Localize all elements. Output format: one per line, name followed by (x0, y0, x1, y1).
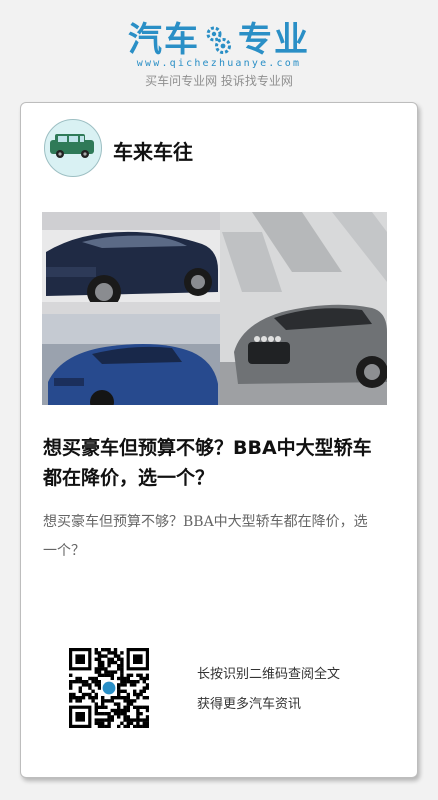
site-slogan: 买车问专业网 投诉找专业网 (145, 74, 293, 88)
qr-hint-text: 长按识别二维码查阅全文 (197, 667, 341, 682)
site-logo[interactable]: 汽车 专业 (0, 20, 438, 60)
article-title[interactable]: 想买豪车但预算不够？BBA中大型轿车都在降价，选一个？ (43, 433, 383, 493)
car-icon (50, 134, 94, 158)
gear-icon (206, 26, 231, 54)
article-cover-photo[interactable] (42, 212, 387, 405)
logo-text-right: 专业 (238, 20, 310, 60)
site-header: 汽车 专业 www.qichezhuanye.com 买车问专业网 投诉找专业网 (0, 0, 438, 100)
cover-collage-image (42, 212, 387, 405)
article-summary: 想买豪车但预算不够？BBA中大型轿车都在降价，选一个？ (43, 514, 368, 559)
logo-text-left: 汽车 (128, 20, 200, 60)
qr-code[interactable] (69, 648, 150, 729)
qr-hint-subtext: 获得更多汽车资讯 (197, 697, 302, 712)
author-avatar[interactable] (44, 119, 102, 177)
logo-domain: www.qichezhuanye.com (136, 58, 302, 69)
article-card[interactable]: 车来车往 想买豪车但预算不够？BBA中大型轿车都在降价，选一个？ 想买豪车但预算… (20, 102, 418, 778)
author-name[interactable]: 车来车往 (113, 136, 193, 165)
qr-code-image (69, 648, 150, 729)
